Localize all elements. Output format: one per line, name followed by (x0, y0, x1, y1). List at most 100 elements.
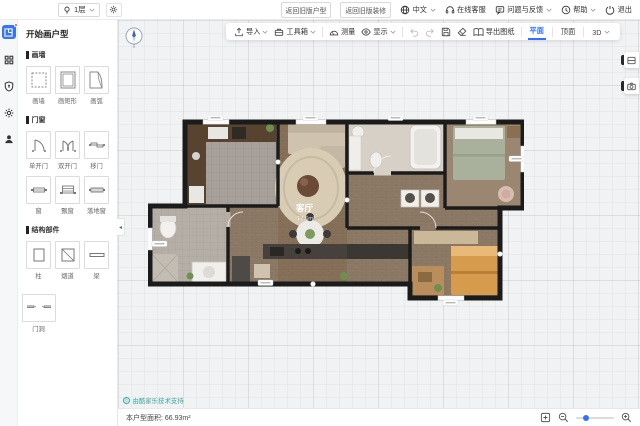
tool-draw-arc[interactable]: 画弧 (84, 66, 109, 105)
online-service-button[interactable]: 在线客服 (445, 5, 486, 15)
globe-icon (400, 5, 410, 15)
language-menu[interactable]: 中文 (400, 5, 435, 15)
flue-icon (59, 245, 77, 265)
rail-item-settings[interactable] (4, 108, 14, 118)
tool-label: 梁 (93, 271, 99, 280)
floor-selector[interactable]: 1层 (58, 3, 100, 17)
chevron-down-icon (310, 30, 316, 34)
draw-wall-icon (30, 70, 48, 90)
tool-door-opening[interactable]: 门洞 (26, 294, 51, 333)
kujiale-badge-icon: © (123, 397, 130, 404)
camera-icon (627, 82, 636, 91)
help-menu[interactable]: 帮助 (561, 5, 596, 15)
tool-label: 画矩形 (58, 96, 77, 105)
logout-button[interactable]: 退出 (605, 5, 632, 15)
rail-item-floorplan[interactable] (2, 25, 16, 39)
tool-label: 柱 (35, 271, 41, 280)
save-button[interactable] (441, 27, 451, 37)
undo-button[interactable] (409, 27, 419, 37)
section-structure: 结构部件 (26, 225, 109, 235)
powered-by-label: 由酷家乐技术支持 (133, 396, 184, 405)
tab-plan-view[interactable]: 平面 (528, 23, 546, 40)
panel-collapse-handle[interactable]: ◂ (117, 218, 125, 236)
language-label: 中文 (413, 5, 427, 15)
tool-double-door[interactable]: 双开门 (55, 131, 80, 170)
section-doors-windows: 门窗 (26, 115, 109, 125)
eraser-icon (457, 27, 467, 37)
zoom-in-icon[interactable] (621, 412, 632, 423)
import-menu[interactable]: 导入 (234, 27, 268, 37)
export-drawing-button[interactable]: 导出图纸 (473, 27, 515, 37)
compass-icon[interactable] (124, 26, 144, 50)
chevron-down-icon (590, 8, 596, 12)
tool-floor-window[interactable]: 落地窗 (84, 176, 109, 215)
chevron-down-icon (604, 30, 610, 34)
tool-column[interactable]: 柱 (26, 241, 51, 280)
fit-screen-icon[interactable] (540, 412, 551, 423)
zoom-slider[interactable] (576, 417, 614, 419)
split-view-button[interactable] (621, 52, 639, 68)
panel-title: 开始画户型 (26, 28, 109, 40)
measure-icon (329, 27, 339, 37)
export-drawing-icon (473, 27, 484, 37)
import-icon (234, 27, 244, 37)
snapshot-button[interactable] (621, 78, 639, 94)
tool-label: 单开门 (29, 161, 48, 170)
tool-draw-rect[interactable]: 画矩形 (55, 66, 80, 105)
display-menu[interactable]: 显示 (361, 27, 395, 37)
measure-label: 测量 (341, 27, 355, 37)
powered-by: © 由酷家乐技术支持 (123, 396, 184, 405)
tool-sliding-door[interactable]: 移门 (84, 131, 109, 170)
canvas-toolbar: 导入 工具箱 测量 显示 (226, 23, 620, 40)
chevron-down-icon (89, 8, 95, 12)
import-label: 导入 (246, 27, 260, 37)
tool-window[interactable]: 窗 (26, 176, 51, 215)
tool-draw-wall[interactable]: 画墙 (26, 66, 51, 105)
section-draw-wall: 画墙 (26, 50, 109, 60)
undo-icon (409, 27, 419, 37)
measure-button[interactable]: 测量 (329, 27, 355, 37)
tool-flue[interactable]: 烟道 (55, 241, 80, 280)
top-header: 1层 返回旧版户型 返回旧版装修 中文 在线客服 问题与反馈 帮助 (0, 0, 640, 20)
eraser-button[interactable] (457, 27, 467, 37)
toolbox-menu[interactable]: 工具箱 (274, 27, 316, 37)
redo-button[interactable] (425, 27, 435, 37)
rail-item-account[interactable] (4, 134, 14, 144)
tab-ceiling-view[interactable]: 顶面 (559, 24, 577, 39)
tab-3d-view[interactable]: 3D (590, 25, 611, 39)
tool-bay-window[interactable]: 飘窗 (55, 176, 80, 215)
help-icon (561, 5, 571, 15)
feedback-label: 问题与反馈 (507, 5, 543, 15)
room-label-living[interactable]: 客厅 (295, 203, 314, 213)
back-old-floorplan-button[interactable]: 返回旧版户型 (281, 2, 332, 18)
rail-item-security[interactable] (4, 81, 14, 92)
tool-label: 落地窗 (87, 206, 106, 215)
notification-dot (14, 23, 18, 27)
floor-icon (63, 6, 71, 14)
tool-single-door[interactable]: 单开门 (26, 131, 51, 170)
tool-label: 门洞 (32, 324, 45, 333)
canvas[interactable]: 导入 工具箱 测量 显示 (118, 20, 640, 408)
zoom-slider-knob[interactable] (583, 415, 589, 421)
display-label: 显示 (373, 27, 387, 37)
beam-icon (88, 245, 106, 265)
rail-item-apps[interactable] (4, 55, 14, 65)
feedback-menu[interactable]: 问题与反馈 (495, 5, 552, 15)
door-opening-icon (26, 298, 52, 318)
chevron-down-icon (430, 8, 436, 12)
toolbox-icon (274, 27, 284, 37)
feedback-icon (495, 5, 505, 15)
floor-settings-button[interactable] (106, 3, 122, 17)
floorplan-icon (4, 28, 13, 37)
headset-icon (445, 5, 455, 15)
logout-icon (605, 5, 615, 15)
zoom-out-icon[interactable] (558, 412, 569, 423)
back-old-decoration-button[interactable]: 返回旧版装修 (340, 2, 391, 18)
online-service-label: 在线客服 (457, 5, 486, 15)
toolbox-label: 工具箱 (286, 27, 308, 37)
tool-beam[interactable]: 梁 (84, 241, 109, 280)
left-icon-rail (0, 20, 18, 426)
chevron-down-icon (390, 30, 396, 34)
logout-label: 退出 (618, 5, 632, 15)
floor-plan[interactable]: 客厅 17.6m² (148, 116, 524, 306)
